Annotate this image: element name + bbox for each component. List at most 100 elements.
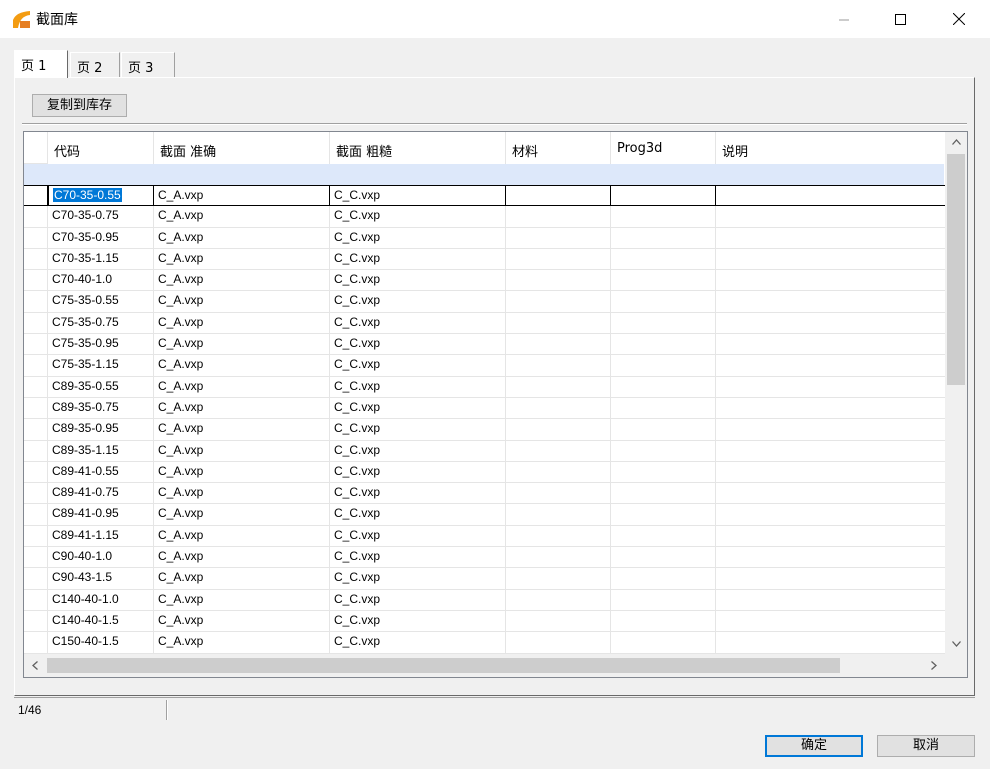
row-header[interactable]	[24, 419, 48, 441]
tab-page-2[interactable]: 页 2	[70, 52, 120, 78]
horizontal-scrollbar[interactable]	[24, 654, 945, 677]
cell-prog3d[interactable]	[611, 610, 716, 633]
cell-prog3d[interactable]	[611, 185, 716, 207]
row-header[interactable]	[24, 610, 48, 633]
table-row[interactable]: C140-40-1.0 C_A.vxp C_C.vxp	[24, 589, 946, 611]
row-header[interactable]	[24, 568, 48, 590]
cell-material[interactable]	[506, 312, 611, 335]
cell-prog3d[interactable]	[611, 504, 716, 526]
table-row[interactable]: C70-40-1.0 C_A.vxp C_C.vxp	[24, 270, 946, 292]
cell-section-rough[interactable]: C_C.vxp	[330, 312, 506, 335]
cell-prog3d[interactable]	[611, 419, 716, 441]
new-row[interactable]	[24, 164, 944, 185]
table-row[interactable]: C89-35-0.75 C_A.vxp C_C.vxp	[24, 397, 946, 420]
cell-section-rough[interactable]: C_C.vxp	[330, 419, 506, 441]
scroll-down-button[interactable]	[945, 634, 967, 654]
column-header-section-accurate[interactable]: 截面 准确	[154, 132, 330, 164]
table-row[interactable]: C90-43-1.5 C_A.vxp C_C.vxp	[24, 568, 946, 590]
cell-material[interactable]	[506, 185, 611, 207]
cell-description[interactable]	[716, 185, 946, 207]
cell-section-accurate[interactable]: C_A.vxp	[154, 525, 330, 548]
row-header[interactable]	[24, 270, 48, 292]
cell-prog3d[interactable]	[611, 525, 716, 548]
cell-description[interactable]	[716, 610, 946, 633]
cell-material[interactable]	[506, 568, 611, 590]
cell-section-rough[interactable]: C_C.vxp	[330, 568, 506, 590]
cell-section-accurate[interactable]: C_A.vxp	[154, 334, 330, 356]
cell-section-rough[interactable]: C_C.vxp	[330, 376, 506, 398]
cell-prog3d[interactable]	[611, 397, 716, 420]
row-header[interactable]	[24, 312, 48, 335]
cell-section-rough[interactable]: C_C.vxp	[330, 248, 506, 271]
cell-section-accurate[interactable]: C_A.vxp	[154, 291, 330, 313]
table-row[interactable]: C70-35-1.15 C_A.vxp C_C.vxp	[24, 248, 946, 271]
title-bar[interactable]: 截面库	[0, 0, 990, 38]
cell-section-rough[interactable]: C_C.vxp	[330, 504, 506, 526]
row-header[interactable]	[24, 547, 48, 569]
cell-section-rough[interactable]: C_C.vxp	[330, 589, 506, 611]
cell-section-rough[interactable]: C_C.vxp	[330, 397, 506, 420]
cell-section-rough[interactable]: C_C.vxp	[330, 547, 506, 569]
table-row[interactable]: C70-35-0.95 C_A.vxp C_C.vxp	[24, 227, 946, 249]
close-button[interactable]	[936, 0, 982, 38]
cell-code[interactable]: C75-35-0.95	[48, 334, 154, 356]
row-header[interactable]	[24, 376, 48, 398]
cell-material[interactable]	[506, 525, 611, 548]
cell-material[interactable]	[506, 632, 611, 654]
cell-section-rough[interactable]: C_C.vxp	[330, 185, 506, 207]
cell-material[interactable]	[506, 248, 611, 271]
cell-description[interactable]	[716, 419, 946, 441]
cell-code[interactable]: C70-35-0.55	[48, 185, 154, 207]
cell-material[interactable]	[506, 419, 611, 441]
cell-code[interactable]: C75-35-0.55	[48, 291, 154, 313]
cell-code[interactable]: C140-40-1.0	[48, 589, 154, 611]
cell-code[interactable]: C89-35-0.95	[48, 419, 154, 441]
cell-section-accurate[interactable]: C_A.vxp	[154, 227, 330, 249]
cell-code[interactable]: C150-40-1.5	[48, 632, 154, 654]
cell-prog3d[interactable]	[611, 632, 716, 654]
cell-section-accurate[interactable]: C_A.vxp	[154, 483, 330, 505]
row-header[interactable]	[24, 227, 48, 249]
table-row[interactable]: C89-35-0.95 C_A.vxp C_C.vxp	[24, 419, 946, 441]
row-header[interactable]	[24, 397, 48, 420]
cell-section-rough[interactable]: C_C.vxp	[330, 206, 506, 228]
cell-code[interactable]: C90-43-1.5	[48, 568, 154, 590]
minimize-button[interactable]	[821, 0, 867, 38]
scroll-left-button[interactable]	[24, 654, 46, 677]
table-row[interactable]: C89-35-0.55 C_A.vxp C_C.vxp	[24, 376, 946, 398]
table-row[interactable]: C89-41-1.15 C_A.vxp C_C.vxp	[24, 525, 946, 548]
table-row[interactable]: C75-35-0.75 C_A.vxp C_C.vxp	[24, 312, 946, 335]
cell-prog3d[interactable]	[611, 270, 716, 292]
cell-material[interactable]	[506, 397, 611, 420]
cell-section-rough[interactable]: C_C.vxp	[330, 632, 506, 654]
cell-description[interactable]	[716, 397, 946, 420]
table-row[interactable]: C140-40-1.5 C_A.vxp C_C.vxp	[24, 610, 946, 633]
cell-material[interactable]	[506, 270, 611, 292]
cell-section-accurate[interactable]: C_A.vxp	[154, 632, 330, 654]
cell-description[interactable]	[716, 547, 946, 569]
row-header[interactable]	[24, 355, 48, 377]
cell-material[interactable]	[506, 547, 611, 569]
table-row[interactable]: C75-35-0.95 C_A.vxp C_C.vxp	[24, 334, 946, 356]
cell-description[interactable]	[716, 355, 946, 377]
cell-prog3d[interactable]	[611, 355, 716, 377]
cell-code[interactable]: C89-41-0.95	[48, 504, 154, 526]
table-row[interactable]: C70-35-0.75 C_A.vxp C_C.vxp	[24, 206, 946, 228]
table-row[interactable]: C89-35-1.15 C_A.vxp C_C.vxp	[24, 440, 946, 462]
copy-to-stock-button[interactable]: 复制到库存	[32, 94, 127, 117]
cell-section-rough[interactable]: C_C.vxp	[330, 334, 506, 356]
row-header[interactable]	[24, 291, 48, 313]
tab-page-1[interactable]: 页 1	[14, 50, 68, 78]
cell-prog3d[interactable]	[611, 483, 716, 505]
cell-code[interactable]: C140-40-1.5	[48, 610, 154, 633]
cell-prog3d[interactable]	[611, 248, 716, 271]
cell-material[interactable]	[506, 291, 611, 313]
row-header[interactable]	[24, 525, 48, 548]
cell-description[interactable]	[716, 504, 946, 526]
cell-material[interactable]	[506, 206, 611, 228]
vertical-scrollbar[interactable]	[945, 132, 967, 654]
cell-prog3d[interactable]	[611, 291, 716, 313]
cell-description[interactable]	[716, 270, 946, 292]
cell-prog3d[interactable]	[611, 589, 716, 611]
scroll-up-button[interactable]	[945, 132, 967, 152]
